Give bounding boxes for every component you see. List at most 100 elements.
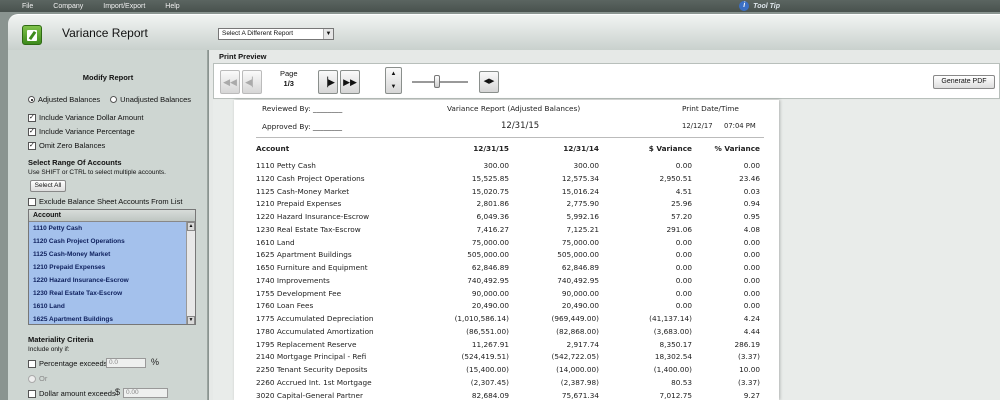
list-item[interactable]: 1220 Hazard Insurance-Escrow [29,274,187,287]
header-divider [256,137,764,138]
cell-prior: 2,917.74 [566,339,600,349]
cell-prior: (14,000.00) [556,365,599,374]
zoom-down-icon[interactable]: ▼ [386,81,401,94]
cell-current: 6,049.36 [476,212,510,221]
cell-dollar-variance: 7,012.75 [659,390,693,400]
preview-area: Reviewed By: ________ Approved By: _____… [213,100,1000,400]
cell-pct-variance: 0.00 [743,161,760,170]
pct-exceeds-input[interactable]: 0.0 [106,358,146,368]
adjusted-radio[interactable]: Adjusted Balances [28,95,100,104]
menu-bar: File Company Import/Export Help i Tool T… [0,0,1000,12]
cell-pct-variance: 10.00 [739,365,760,374]
account-listbox[interactable]: Account 1110 Petty Cash 1120 Cash Projec… [28,209,196,325]
cell-dollar-variance: 0.00 [675,237,692,247]
first-page-icon: ◀◀ [223,77,237,87]
generate-pdf-button[interactable]: Generate PDF [933,75,995,89]
or-radio[interactable]: Or [28,374,47,383]
cell-dollar-variance: 57.20 [671,212,692,221]
zoom-slider[interactable] [412,75,468,88]
cell-prior: 300.00 [573,161,599,170]
zoom-up-icon[interactable]: ▲ [386,68,401,81]
pct-exceeds-checkbox[interactable]: Percentage exceeds [28,359,107,368]
list-item[interactable]: 1230 Real Estate Tax-Escrow [29,287,187,300]
cell-prior: 75,000.00 [561,237,599,247]
list-item[interactable]: 1625 Apartment Buildings [29,313,187,324]
dollar-exceeds-checkbox[interactable]: Dollar amount exceeds [28,389,116,398]
report-app-icon [22,25,42,45]
cell-prior: 12,575.34 [561,173,599,183]
cell-dollar-variance: 80.53 [671,377,692,387]
cell-account: 1775 Accumulated Depreciation [256,314,374,323]
materiality-label: Materiality Criteria [28,335,94,344]
prev-page-button[interactable]: ◀▏ [242,70,262,94]
col-header-account: Account [256,144,290,153]
cell-dollar-variance: 25.96 [671,199,692,209]
dollar-exceeds-label: Dollar amount exceeds [39,389,116,398]
cell-current: (2,307.45) [470,377,509,387]
cell-account: 1210 Prepaid Expenses [256,199,342,209]
unadjusted-radio[interactable]: Unadjusted Balances [110,95,191,104]
list-item[interactable]: 1120 Cash Project Operations [29,235,187,248]
info-icon: i [739,1,750,11]
cell-pct-variance: (3.37) [738,377,760,387]
page-title: Variance Report [62,26,148,40]
report-select-dropdown[interactable]: Select A Different Report ▼ [218,28,334,40]
tooltip-toggle[interactable]: i Tool Tip [739,1,780,11]
balance-type-radios: Adjusted Balances Unadjusted Balances [28,95,191,104]
next-page-button[interactable]: ▕▶ [318,70,338,94]
omit-zero-checkbox[interactable]: Omit Zero Balances [28,141,105,150]
select-all-button[interactable]: Select All [30,180,66,192]
prev-page-icon: ◀▏ [245,77,259,87]
list-item[interactable]: 1610 Land [29,300,187,313]
menu-file[interactable]: File [0,3,43,10]
list-item[interactable]: 1125 Cash-Money Market [29,248,187,261]
cell-current: 2,801.86 [476,199,510,209]
cell-dollar-variance: 0.00 [675,161,692,170]
cell-current: 15,525.85 [471,173,509,183]
include-dollar-checkbox[interactable]: Include Variance Dollar Amount [28,113,144,122]
print-preview-label: Print Preview [219,52,267,61]
cell-current: (1,010,586.14) [454,314,509,323]
cell-current: 62,846.89 [471,263,509,272]
cell-pct-variance: 0.94 [743,199,760,209]
include-pct-checkbox[interactable]: Include Variance Percentage [28,127,135,136]
tooltip-label: Tool Tip [753,2,780,10]
zoom-stepper[interactable]: ▲ ▼ [385,67,402,94]
report-date: 12/31/15 [501,121,540,131]
preview-toolbar: ◀◀ ◀▏ Page 1/3 ▕▶ ▶▶ ▲ ▼ ◀▶ Generate PDF [213,63,1000,99]
scroll-down-icon[interactable]: ▼ [187,316,195,324]
page-word: Page [280,69,298,78]
cell-account: 3020 Capital-General Partner [256,390,363,400]
exclude-bs-checkbox[interactable]: Exclude Balance Sheet Accounts From List [28,197,182,206]
col-header-dollar-variance: $ Variance [648,144,692,153]
menu-help[interactable]: Help [155,3,189,10]
cell-current: 82,684.09 [471,390,509,400]
cell-pct-variance: 0.95 [743,212,760,221]
omit-zero-label: Omit Zero Balances [39,141,106,150]
range-hint: Use SHIFT or CTRL to select multiple acc… [28,169,166,176]
first-page-button[interactable]: ◀◀ [220,70,240,94]
list-item[interactable]: 1110 Petty Cash [29,222,187,235]
or-label: Or [39,374,48,383]
cell-pct-variance: 4.24 [743,314,760,323]
cell-account: 1125 Cash-Money Market [256,186,350,196]
menu-company[interactable]: Company [43,3,93,10]
cell-dollar-variance: (41,137.14) [649,314,692,323]
percent-sign: % [151,357,160,367]
cell-pct-variance: 0.00 [743,250,760,260]
list-item[interactable]: 1210 Prepaid Expenses [29,261,187,274]
last-page-button[interactable]: ▶▶ [340,70,360,94]
zoom-slider-thumb[interactable] [434,75,440,88]
cell-pct-variance: 0.00 [743,301,760,311]
col-header-pct-variance: % Variance [714,144,760,153]
modify-report-sidebar: Modify Report Adjusted Balances Unadjust… [8,50,208,400]
account-list-scrollbar[interactable]: ▲ ▼ [186,222,195,324]
scroll-up-icon[interactable]: ▲ [187,222,195,231]
pct-exceeds-label: Percentage exceeds [39,359,108,368]
dollar-exceeds-input[interactable]: 0.00 [123,388,168,398]
approved-by: Approved By: ________ [262,122,343,131]
cell-pct-variance: (3.37) [738,352,760,362]
fit-width-button[interactable]: ◀▶ [479,71,499,93]
menu-import-export[interactable]: Import/Export [93,3,155,10]
cell-prior: 2,775.90 [566,199,600,209]
